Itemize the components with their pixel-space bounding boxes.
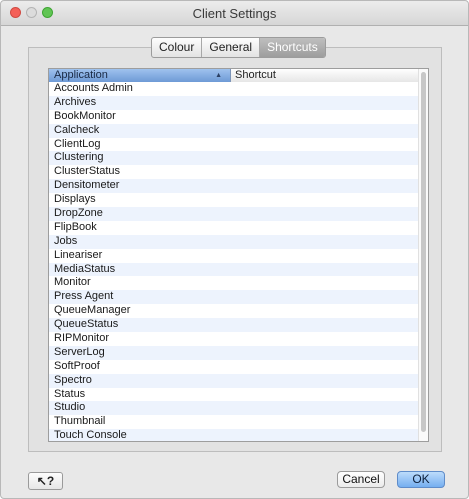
title-bar: Client Settings (1, 1, 468, 26)
tab-general[interactable]: General (202, 38, 261, 57)
table-row[interactable]: Densitometer (49, 179, 419, 194)
client-settings-window: Client Settings Colour General Shortcuts… (0, 0, 469, 499)
table-row[interactable]: Lineariser (49, 248, 419, 263)
table-row[interactable]: Thumbnail (49, 415, 419, 430)
table-row[interactable]: Calcheck (49, 123, 419, 138)
table-row[interactable]: DropZone (49, 207, 419, 221)
scrollbar-thumb[interactable] (421, 72, 426, 432)
vertical-scrollbar[interactable] (418, 69, 428, 441)
table-row[interactable]: Studio (49, 401, 419, 416)
tab-colour[interactable]: Colour (152, 38, 203, 57)
table-row[interactable]: Displays (49, 193, 419, 208)
table-row[interactable]: Status (49, 387, 419, 402)
table-row[interactable]: Archives (49, 95, 419, 110)
table-body: Accounts Admin Archives BookMonitor Calchec… (49, 82, 419, 441)
table-header: Application ▲ Shortcut (49, 69, 419, 83)
table-row[interactable]: FlipBook (49, 220, 419, 235)
column-header-application[interactable]: Application ▲ (49, 69, 231, 82)
table-row[interactable]: ServerLog (49, 345, 419, 360)
table-row[interactable]: QueueManager (49, 304, 419, 319)
tab-shortcuts[interactable]: Shortcuts (260, 38, 325, 57)
cancel-button[interactable]: Cancel (337, 471, 385, 488)
table-row[interactable]: Monitor (49, 276, 419, 291)
column-header-application-label: Application (54, 69, 108, 81)
table-row[interactable]: ClientLog (49, 137, 419, 152)
table-row[interactable]: Accounts Admin (49, 82, 419, 96)
table-row[interactable]: Press Agent (49, 290, 419, 305)
table-row[interactable]: QueueStatus (49, 318, 419, 333)
help-button[interactable]: ↖? (28, 472, 63, 490)
table-row[interactable]: MediaStatus (49, 262, 419, 277)
table-row[interactable]: Clustering (49, 151, 419, 166)
table-row[interactable]: BookMonitor (49, 109, 419, 124)
sort-ascending-icon: ▲ (215, 72, 222, 79)
tab-bar: Colour General Shortcuts (151, 37, 326, 58)
table-row[interactable]: Touch Console (49, 429, 419, 441)
table-row[interactable]: Jobs (49, 234, 419, 249)
table-row[interactable]: ClusterStatus (49, 165, 419, 180)
shortcuts-table: Application ▲ Shortcut Accounts Admin Arc… (48, 68, 429, 442)
window-title: Client Settings (192, 6, 277, 21)
table-row[interactable]: Spectro (49, 373, 419, 388)
table-row[interactable]: RIPMonitor (49, 332, 419, 346)
table-row[interactable]: SoftProof (49, 359, 419, 374)
column-header-shortcut[interactable]: Shortcut (231, 69, 419, 83)
ok-button[interactable]: OK (397, 471, 445, 488)
